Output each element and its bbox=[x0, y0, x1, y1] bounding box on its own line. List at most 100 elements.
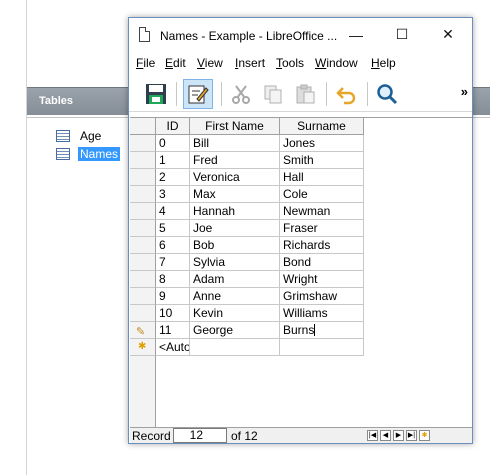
cell-first-name-new[interactable] bbox=[190, 339, 280, 356]
menu-file[interactable]: File bbox=[136, 56, 155, 70]
row-header[interactable] bbox=[130, 288, 156, 305]
row-header[interactable]: ✎ bbox=[130, 322, 156, 339]
cell-id[interactable]: 5 bbox=[156, 220, 190, 237]
cell-surname[interactable]: Williams bbox=[280, 305, 364, 322]
table-item-age[interactable]: Age bbox=[56, 128, 103, 144]
menu-label: ools bbox=[282, 56, 305, 70]
menu-edit[interactable]: Edit bbox=[165, 56, 186, 70]
cell-first-name[interactable]: Anne bbox=[190, 288, 280, 305]
cell-id[interactable]: 3 bbox=[156, 186, 190, 203]
cell-surname[interactable]: Newman bbox=[280, 203, 364, 220]
menu-accelerator: W bbox=[315, 56, 327, 70]
record-label: Record bbox=[132, 429, 171, 443]
cell-first-name[interactable]: Max bbox=[190, 186, 280, 203]
table-item-names[interactable]: Names bbox=[56, 146, 121, 162]
toolbar-separator bbox=[176, 82, 177, 106]
cell-id[interactable]: 10 bbox=[156, 305, 190, 322]
menu-tools[interactable]: Tools bbox=[276, 56, 304, 70]
cell-first-name[interactable]: Adam bbox=[190, 271, 280, 288]
cell-surname[interactable]: Bond bbox=[280, 254, 364, 271]
cell-surname[interactable]: Jones bbox=[280, 135, 364, 152]
cell-id[interactable]: 0 bbox=[156, 135, 190, 152]
cell-surname[interactable]: Fraser bbox=[280, 220, 364, 237]
edit-data-icon[interactable] bbox=[183, 79, 213, 109]
row-header[interactable] bbox=[130, 135, 156, 152]
previous-record-icon[interactable]: ◀ bbox=[380, 430, 391, 441]
column-header-first-name[interactable]: First Name bbox=[190, 118, 280, 135]
toolbar-separator bbox=[221, 82, 222, 106]
cell-first-name[interactable]: George bbox=[190, 322, 280, 339]
menu-label: iew bbox=[204, 56, 223, 70]
cell-surname[interactable]: Richards bbox=[280, 237, 364, 254]
main-window-border bbox=[26, 0, 27, 475]
table-item-label: Names bbox=[78, 147, 121, 161]
minimize-button[interactable]: — bbox=[333, 18, 379, 51]
cell-first-name[interactable]: Bob bbox=[190, 237, 280, 254]
menu-bar: File Edit View Insert Tools Window Help bbox=[129, 54, 472, 74]
new-record-icon[interactable]: ✱ bbox=[419, 430, 430, 441]
close-button[interactable]: ✕ bbox=[425, 18, 471, 51]
cell-id[interactable]: 1 bbox=[156, 152, 190, 169]
cell-surname[interactable]: Cole bbox=[280, 186, 364, 203]
cell-surname-new[interactable] bbox=[280, 339, 364, 356]
menu-insert[interactable]: Insert bbox=[235, 56, 265, 70]
undo-icon[interactable] bbox=[331, 79, 361, 109]
row-header[interactable] bbox=[130, 203, 156, 220]
maximize-button[interactable]: ☐ bbox=[379, 18, 425, 51]
cell-id[interactable]: 11 bbox=[156, 322, 190, 339]
row-header[interactable] bbox=[130, 169, 156, 186]
menu-accelerator: E bbox=[165, 56, 174, 70]
table-icon bbox=[56, 148, 70, 160]
row-header[interactable] bbox=[130, 186, 156, 203]
menu-help[interactable]: Help bbox=[371, 56, 396, 70]
menu-window[interactable]: Window bbox=[315, 56, 358, 70]
text-cursor bbox=[314, 324, 316, 336]
menu-label: nsert bbox=[238, 56, 266, 70]
column-header-surname[interactable]: Surname bbox=[280, 118, 364, 135]
menu-view[interactable]: View bbox=[197, 56, 223, 70]
cell-first-name[interactable]: Kevin bbox=[190, 305, 280, 322]
cell-id[interactable]: 4 bbox=[156, 203, 190, 220]
next-record-icon[interactable]: ▶ bbox=[393, 430, 404, 441]
title-bar[interactable]: Names - Example - LibreOffice ... — ☐ ✕ bbox=[129, 18, 472, 51]
toolbar-overflow-button[interactable]: » bbox=[461, 84, 468, 99]
toolbar: » bbox=[129, 76, 472, 112]
table-icon bbox=[56, 130, 70, 142]
table-item-label: Age bbox=[80, 129, 102, 143]
cell-id[interactable]: 7 bbox=[156, 254, 190, 271]
column-header-id[interactable]: ID bbox=[156, 118, 190, 135]
cell-first-name[interactable]: Hannah bbox=[190, 203, 280, 220]
cell-surname[interactable]: Hall bbox=[280, 169, 364, 186]
cell-surname[interactable]: Wright bbox=[280, 271, 364, 288]
cut-icon[interactable] bbox=[226, 79, 256, 109]
cell-surname[interactable]: Smith bbox=[280, 152, 364, 169]
cell-surname[interactable]: Burns bbox=[280, 322, 364, 339]
paste-icon[interactable] bbox=[290, 79, 320, 109]
new-row-header[interactable]: ✱ bbox=[130, 339, 156, 356]
cell-id[interactable]: 2 bbox=[156, 169, 190, 186]
cell-first-name[interactable]: Sylvia bbox=[190, 254, 280, 271]
cell-id[interactable]: 9 bbox=[156, 288, 190, 305]
cell-first-name[interactable]: Bill bbox=[190, 135, 280, 152]
row-header[interactable] bbox=[130, 220, 156, 237]
copy-icon[interactable] bbox=[258, 79, 288, 109]
find-icon[interactable] bbox=[372, 79, 402, 109]
row-header[interactable] bbox=[130, 305, 156, 322]
first-record-icon[interactable]: |◀ bbox=[367, 430, 378, 441]
record-number-field[interactable]: 12 bbox=[173, 428, 227, 443]
cell-first-name[interactable]: Joe bbox=[190, 220, 280, 237]
last-record-icon[interactable]: ▶| bbox=[406, 430, 417, 441]
row-header[interactable] bbox=[130, 152, 156, 169]
cell-first-name[interactable]: Fred bbox=[190, 152, 280, 169]
cell-id[interactable]: 8 bbox=[156, 271, 190, 288]
cell-first-name[interactable]: Veronica bbox=[190, 169, 280, 186]
new-row-icon: ✱ bbox=[138, 341, 147, 352]
row-header[interactable] bbox=[130, 237, 156, 254]
grid-corner[interactable] bbox=[130, 118, 156, 135]
row-header[interactable] bbox=[130, 271, 156, 288]
save-icon[interactable] bbox=[141, 79, 171, 109]
cell-surname[interactable]: Grimshaw bbox=[280, 288, 364, 305]
cell-id[interactable]: 6 bbox=[156, 237, 190, 254]
cell-id-new[interactable]: <AutoValue> bbox=[156, 339, 190, 356]
row-header[interactable] bbox=[130, 254, 156, 271]
